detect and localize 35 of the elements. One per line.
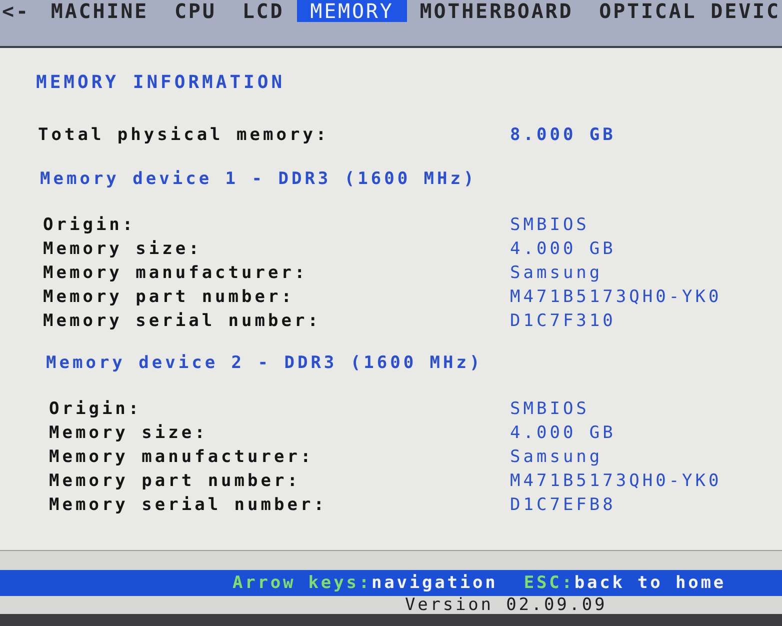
field-label: Memory part number:	[49, 470, 302, 492]
field-value: 4.000 GB	[510, 422, 617, 444]
field-label: Memory manufacturer:	[49, 446, 315, 468]
field-value: 8.000 GB	[510, 124, 617, 147]
field-label: Memory part number:	[43, 286, 296, 308]
version-text: Version 02.09.09	[405, 595, 608, 615]
field-value: Samsung	[510, 446, 604, 468]
key-hint: Arrow keys:navigation	[232, 573, 498, 593]
field-value: Samsung	[510, 262, 604, 284]
field-value: M471B5173QH0-YK0	[510, 470, 723, 492]
tab[interactable]: CPU	[161, 0, 230, 22]
device-heading: Memory device 2 - DDR3 (1600 MHz)	[45, 352, 484, 374]
key-hint: ESC:back to home	[524, 573, 726, 593]
field-label: Memory size:	[49, 422, 209, 444]
field-label: Total physical memory:	[38, 124, 330, 147]
field-label: Memory size:	[43, 238, 203, 260]
tab[interactable]: MOTHERBOARD	[406, 0, 586, 22]
device-heading: Memory device 1 - DDR3 (1600 MHz)	[39, 168, 478, 190]
section-title: MEMORY INFORMATION	[36, 72, 286, 94]
field-label: Memory serial number:	[49, 494, 328, 516]
tab[interactable]: LCD	[229, 0, 298, 22]
field-value: D1C7F310	[510, 310, 617, 332]
tab[interactable]: MACHINE	[38, 0, 162, 22]
field-value: 4.000 GB	[510, 238, 617, 260]
field-value: D1C7EFB8	[510, 494, 617, 516]
tab[interactable]: MEMORY	[297, 0, 407, 22]
field-label: Memory manufacturer:	[43, 262, 309, 284]
field-value: M471B5173QH0-YK0	[510, 286, 723, 308]
field-label: Origin:	[43, 214, 137, 236]
scroll-left-indicator: <-	[1, 0, 31, 22]
field-value: SMBIOS	[510, 398, 590, 420]
field-value: SMBIOS	[510, 214, 590, 236]
field-label: Origin:	[49, 398, 143, 420]
tab[interactable]: OPTICAL DEVIC	[586, 0, 782, 22]
field-label: Memory serial number:	[43, 310, 322, 332]
